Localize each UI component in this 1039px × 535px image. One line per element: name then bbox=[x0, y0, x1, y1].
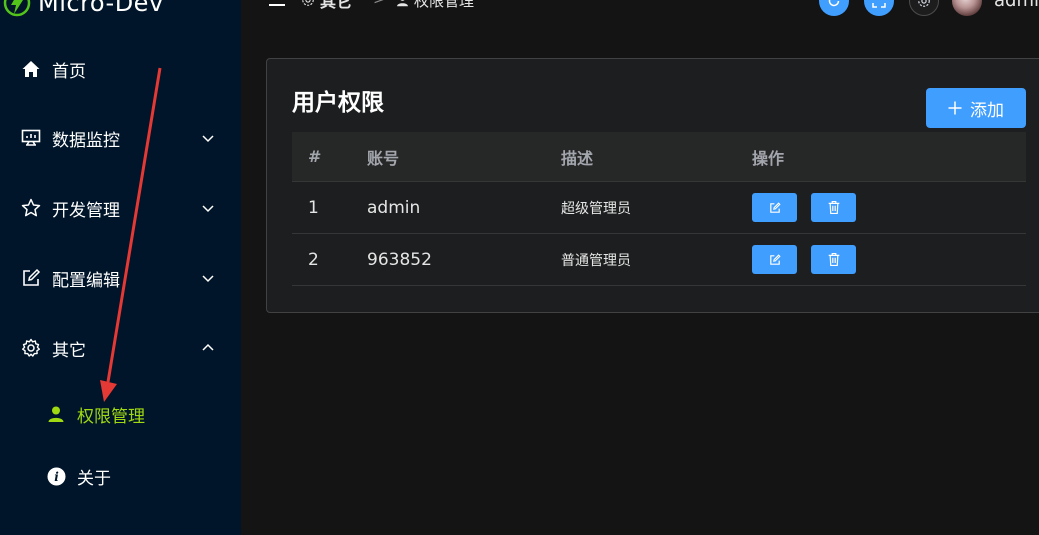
menu-toggle-icon[interactable] bbox=[268, 0, 286, 8]
row-actions bbox=[752, 245, 856, 274]
gear-icon bbox=[302, 0, 314, 6]
chevron-down-icon bbox=[202, 135, 214, 143]
top-header: 其它 > 权限管理 admin bbox=[241, 0, 1039, 16]
edit-button[interactable] bbox=[752, 193, 797, 222]
monitor-icon bbox=[20, 127, 42, 149]
table-row: 1 admin 超级管理员 bbox=[292, 182, 1026, 234]
trash-icon bbox=[828, 253, 839, 266]
column-header-actions: 操作 bbox=[752, 148, 785, 168]
logo[interactable]: Micro-Dev bbox=[0, 0, 164, 20]
settings-button[interactable] bbox=[909, 0, 939, 16]
app-title: Micro-Dev bbox=[38, 0, 164, 17]
trash-icon bbox=[828, 201, 839, 214]
page-title: 用户权限 bbox=[292, 90, 384, 116]
sidebar-item-dev-manage[interactable]: 开发管理 bbox=[0, 180, 241, 236]
plus-icon bbox=[948, 101, 962, 115]
edit-icon bbox=[20, 267, 42, 289]
chevron-down-icon bbox=[202, 275, 214, 283]
cell-account: 963852 bbox=[367, 249, 432, 270]
table-header: # 账号 描述 操作 bbox=[292, 132, 1026, 182]
gear-icon bbox=[918, 0, 930, 7]
permission-table: # 账号 描述 操作 1 admin 超级管理员 2 963852 普通管理员 bbox=[292, 132, 1026, 286]
username[interactable]: admin bbox=[994, 0, 1039, 11]
sidebar-item-label: 首页 bbox=[52, 61, 86, 82]
sidebar-subitem-label: 关于 bbox=[77, 468, 111, 489]
fullscreen-icon bbox=[872, 3, 886, 8]
delete-button[interactable] bbox=[811, 193, 856, 222]
refresh-icon bbox=[828, 0, 840, 7]
star-icon bbox=[20, 197, 42, 219]
sidebar-item-other[interactable]: 其它 bbox=[0, 320, 241, 376]
column-header-description: 描述 bbox=[561, 148, 594, 168]
sidebar-item-home[interactable]: 首页 bbox=[0, 41, 241, 97]
sidebar-item-label: 配置编辑 bbox=[52, 270, 120, 291]
logo-icon bbox=[3, 0, 31, 17]
sidebar: Micro-Dev 首页 数据监控 开发管理 配置编辑 其它 权限管理 i 关于 bbox=[0, 0, 241, 535]
edit-button[interactable] bbox=[752, 245, 797, 274]
column-header-index: # bbox=[308, 147, 322, 166]
breadcrumb-item-permission: 权限管理 bbox=[396, 0, 474, 10]
svg-text:i: i bbox=[54, 470, 59, 484]
sidebar-item-label: 开发管理 bbox=[52, 200, 120, 221]
table-row: 2 963852 普通管理员 bbox=[292, 234, 1026, 286]
refresh-button[interactable] bbox=[819, 0, 849, 16]
breadcrumb-label: 其它 bbox=[320, 0, 353, 11]
gear-icon bbox=[20, 337, 42, 359]
cell-index: 2 bbox=[308, 249, 319, 270]
sidebar-item-config-edit[interactable]: 配置编辑 bbox=[0, 250, 241, 306]
sidebar-subitem-label: 权限管理 bbox=[77, 406, 145, 427]
avatar[interactable] bbox=[952, 0, 982, 16]
delete-button[interactable] bbox=[811, 245, 856, 274]
permission-card: 用户权限 添加 # 账号 描述 操作 1 admin 超级管理员 2 96385… bbox=[266, 58, 1039, 313]
column-header-account: 账号 bbox=[367, 148, 400, 168]
cell-description: 普通管理员 bbox=[561, 252, 631, 269]
breadcrumb-item-other[interactable]: 其它 bbox=[301, 0, 353, 11]
breadcrumb-label: 权限管理 bbox=[414, 0, 475, 10]
sidebar-item-label: 数据监控 bbox=[52, 130, 120, 151]
add-button-label: 添加 bbox=[970, 100, 1004, 121]
chevron-up-icon bbox=[202, 343, 214, 351]
fullscreen-button[interactable] bbox=[864, 0, 894, 16]
cell-description: 超级管理员 bbox=[561, 200, 631, 217]
home-icon bbox=[20, 58, 42, 80]
user-icon bbox=[397, 0, 408, 6]
cell-account: admin bbox=[367, 197, 421, 218]
cell-index: 1 bbox=[308, 197, 319, 218]
add-button[interactable]: 添加 bbox=[926, 88, 1026, 128]
edit-icon bbox=[769, 253, 781, 265]
info-icon: i bbox=[46, 466, 66, 486]
user-icon bbox=[46, 404, 66, 424]
chevron-down-icon bbox=[202, 205, 214, 213]
row-actions bbox=[752, 193, 856, 222]
sidebar-subitem-about[interactable]: i 关于 bbox=[0, 451, 241, 501]
sidebar-item-data-monitor[interactable]: 数据监控 bbox=[0, 110, 241, 166]
edit-icon bbox=[769, 201, 781, 213]
sidebar-subitem-permission[interactable]: 权限管理 bbox=[0, 389, 241, 439]
sidebar-item-label: 其它 bbox=[52, 340, 86, 361]
breadcrumb-separator: > bbox=[373, 0, 386, 8]
